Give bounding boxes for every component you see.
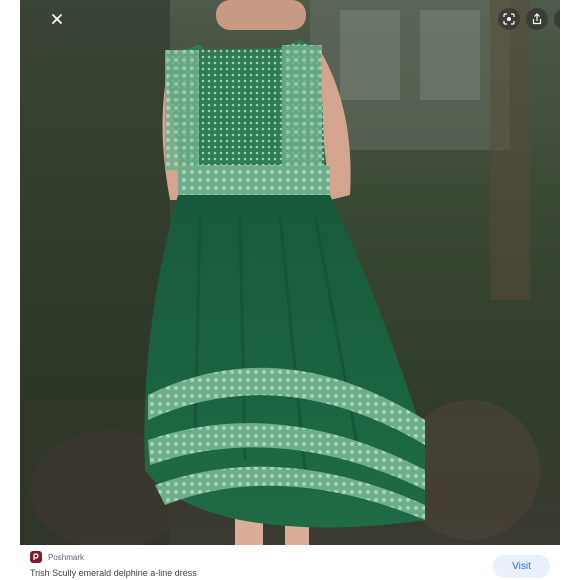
google-lens-button[interactable]: [498, 8, 520, 30]
close-button[interactable]: [46, 8, 68, 30]
share-button[interactable]: [526, 8, 548, 30]
google-lens-icon: [503, 13, 515, 25]
dress-photo-illustration: [20, 0, 560, 545]
close-icon: [52, 14, 62, 24]
poshmark-logo-icon: [30, 551, 42, 563]
source-name: Poshmark: [48, 552, 85, 562]
product-photo[interactable]: [20, 0, 560, 545]
visit-button[interactable]: Visit: [493, 555, 550, 578]
source-row[interactable]: Poshmark: [30, 551, 84, 563]
bookmark-icon: [559, 13, 560, 25]
result-title[interactable]: Trish Scully emerald delphine a-line dre…: [30, 568, 197, 578]
image-viewer: Poshmark Trish Scully emerald delphine a…: [0, 0, 580, 580]
share-icon: [532, 13, 542, 25]
result-footer: Poshmark Trish Scully emerald delphine a…: [20, 545, 560, 580]
